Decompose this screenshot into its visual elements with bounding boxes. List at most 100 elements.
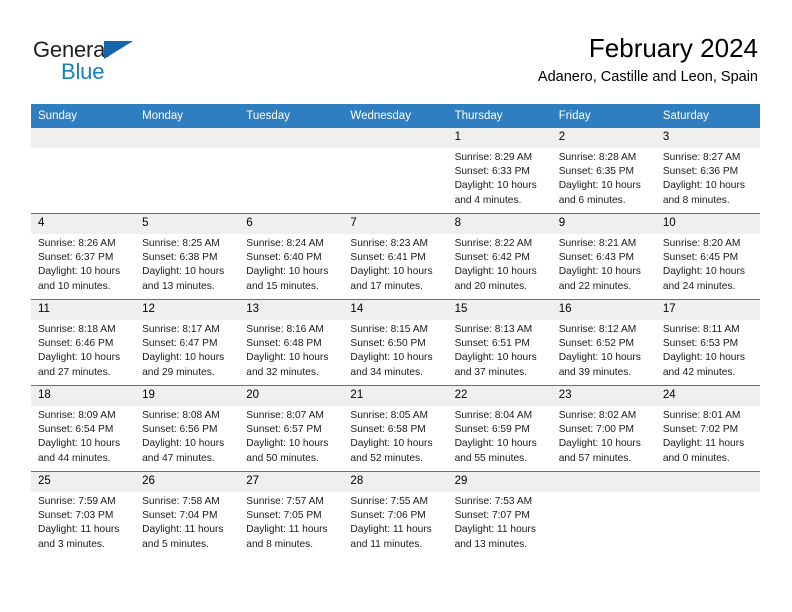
sunrise-text: Sunrise: 8:13 AM bbox=[454, 324, 533, 335]
sunset-text: Sunset: 6:59 PM bbox=[454, 424, 530, 436]
day-sun-info: Sunrise: 8:22 AM Sunset: 6:42 PM Daylight:… bbox=[448, 234, 552, 294]
calendar-week-row: 25 Sunrise: 7:59 AM Sunset: 7:03 PM Dayligh… bbox=[31, 471, 760, 557]
calendar-day-cell[interactable]: 13 Sunrise: 8:16 AM Sunset: 6:48 PM Dayligh… bbox=[239, 299, 344, 386]
calendar-day-cell-empty bbox=[551, 471, 656, 557]
weekday-header-monday: Monday bbox=[135, 104, 240, 128]
daylight-text: Daylight: 10 hours and 15 minutes. bbox=[246, 266, 329, 292]
weekday-header-friday: Friday bbox=[551, 104, 656, 128]
calendar-day-cell-empty bbox=[655, 471, 760, 557]
calendar-day-cell[interactable]: 26 Sunrise: 7:58 AM Sunset: 7:04 PM Dayligh… bbox=[135, 471, 240, 557]
day-sun-info: Sunrise: 8:13 AM Sunset: 6:51 PM Daylight:… bbox=[448, 320, 552, 380]
daylight-text: Daylight: 10 hours and 17 minutes. bbox=[350, 266, 433, 292]
sunset-text: Sunset: 7:06 PM bbox=[350, 510, 426, 522]
calendar-day-cell[interactable]: 15 Sunrise: 8:13 AM Sunset: 6:51 PM Dayligh… bbox=[447, 299, 552, 386]
sunset-text: Sunset: 6:54 PM bbox=[38, 424, 114, 436]
day-sun-info: Sunrise: 8:29 AM Sunset: 6:33 PM Daylight:… bbox=[448, 148, 552, 208]
calendar-week-row: 11 Sunrise: 8:18 AM Sunset: 6:46 PM Dayligh… bbox=[31, 299, 760, 386]
calendar-week-row: 4 Sunrise: 8:26 AM Sunset: 6:37 PM Daylight… bbox=[31, 213, 760, 300]
calendar-day-cell[interactable]: 3 Sunrise: 8:27 AM Sunset: 6:36 PM Daylight… bbox=[655, 127, 760, 214]
weekday-header-sunday: Sunday bbox=[31, 104, 136, 128]
sunset-text: Sunset: 6:50 PM bbox=[350, 338, 426, 350]
daylight-text: Daylight: 10 hours and 24 minutes. bbox=[662, 266, 745, 292]
calendar-day-cell[interactable]: 1 Sunrise: 8:29 AM Sunset: 6:33 PM Daylight… bbox=[447, 127, 552, 214]
calendar-day-cell[interactable]: 27 Sunrise: 7:57 AM Sunset: 7:05 PM Dayligh… bbox=[239, 471, 344, 557]
day-number: 27 bbox=[239, 472, 344, 492]
day-sun-info: Sunrise: 8:23 AM Sunset: 6:41 PM Daylight:… bbox=[343, 234, 447, 294]
sunrise-text: Sunrise: 8:15 AM bbox=[350, 324, 429, 335]
calendar-day-cell[interactable]: 28 Sunrise: 7:55 AM Sunset: 7:06 PM Dayligh… bbox=[343, 471, 448, 557]
day-sun-info: Sunrise: 8:01 AM Sunset: 7:02 PM Daylight:… bbox=[656, 406, 760, 466]
page-title: February 2024 bbox=[588, 33, 758, 63]
calendar-day-cell[interactable]: 6 Sunrise: 8:24 AM Sunset: 6:40 PM Daylight… bbox=[239, 213, 344, 300]
sunrise-text: Sunrise: 7:58 AM bbox=[142, 496, 220, 507]
calendar-day-cell-empty bbox=[135, 127, 240, 214]
calendar-day-cell[interactable]: 23 Sunrise: 8:02 AM Sunset: 7:00 PM Dayligh… bbox=[551, 385, 656, 472]
calendar-body: 1 Sunrise: 8:29 AM Sunset: 6:33 PM Daylight… bbox=[31, 127, 760, 557]
day-number: 16 bbox=[551, 300, 656, 320]
day-number: 5 bbox=[135, 214, 240, 234]
sunrise-text: Sunrise: 8:21 AM bbox=[558, 238, 637, 249]
daylight-text: Daylight: 10 hours and 44 minutes. bbox=[38, 438, 121, 464]
day-number: 7 bbox=[343, 214, 448, 234]
sunset-text: Sunset: 6:57 PM bbox=[246, 424, 322, 436]
calendar-day-cell[interactable]: 10 Sunrise: 8:20 AM Sunset: 6:45 PM Dayligh… bbox=[655, 213, 760, 300]
day-sun-info: Sunrise: 8:25 AM Sunset: 6:38 PM Daylight:… bbox=[135, 234, 239, 294]
calendar-day-cell[interactable]: 25 Sunrise: 7:59 AM Sunset: 7:03 PM Dayligh… bbox=[31, 471, 136, 557]
calendar-day-cell[interactable]: 21 Sunrise: 8:05 AM Sunset: 6:58 PM Dayligh… bbox=[343, 385, 448, 472]
day-sun-info: Sunrise: 8:09 AM Sunset: 6:54 PM Daylight:… bbox=[31, 406, 135, 466]
calendar-page: General Blue February 2024 Adanero, Cast… bbox=[0, 0, 792, 612]
day-number bbox=[655, 472, 760, 492]
sunrise-text: Sunrise: 8:12 AM bbox=[558, 324, 637, 335]
sunset-text: Sunset: 7:02 PM bbox=[662, 424, 739, 436]
day-number: 15 bbox=[447, 300, 552, 320]
daylight-text: Daylight: 10 hours and 22 minutes. bbox=[558, 266, 641, 292]
sunrise-text: Sunrise: 8:18 AM bbox=[38, 324, 116, 335]
calendar-day-cell[interactable]: 12 Sunrise: 8:17 AM Sunset: 6:47 PM Dayligh… bbox=[135, 299, 240, 386]
calendar-day-cell[interactable]: 29 Sunrise: 7:53 AM Sunset: 7:07 PM Dayligh… bbox=[447, 471, 552, 557]
daylight-text: Daylight: 10 hours and 29 minutes. bbox=[142, 352, 225, 378]
calendar-day-cell[interactable]: 7 Sunrise: 8:23 AM Sunset: 6:41 PM Daylight… bbox=[343, 213, 448, 300]
sunrise-text: Sunrise: 8:26 AM bbox=[38, 238, 116, 249]
day-sun-info: Sunrise: 7:55 AM Sunset: 7:06 PM Daylight:… bbox=[343, 492, 447, 552]
daylight-text: Daylight: 11 hours and 3 minutes. bbox=[38, 524, 120, 550]
daylight-text: Daylight: 10 hours and 55 minutes. bbox=[454, 438, 537, 464]
sunrise-text: Sunrise: 8:09 AM bbox=[38, 410, 116, 421]
calendar-day-cell[interactable]: 17 Sunrise: 8:11 AM Sunset: 6:53 PM Dayligh… bbox=[655, 299, 760, 386]
calendar-day-cell-empty bbox=[31, 127, 136, 214]
day-number: 13 bbox=[239, 300, 344, 320]
day-sun-info: Sunrise: 8:24 AM Sunset: 6:40 PM Daylight:… bbox=[239, 234, 343, 294]
daylight-text: Daylight: 10 hours and 39 minutes. bbox=[558, 352, 641, 378]
calendar-day-cell[interactable]: 19 Sunrise: 8:08 AM Sunset: 6:56 PM Dayligh… bbox=[135, 385, 240, 472]
calendar-day-cell[interactable]: 16 Sunrise: 8:12 AM Sunset: 6:52 PM Dayligh… bbox=[551, 299, 656, 386]
logo-text-blue: Blue bbox=[61, 59, 105, 84]
sunset-text: Sunset: 6:58 PM bbox=[350, 424, 426, 436]
calendar-day-cell[interactable]: 4 Sunrise: 8:26 AM Sunset: 6:37 PM Daylight… bbox=[31, 213, 136, 300]
daylight-text: Daylight: 10 hours and 8 minutes. bbox=[662, 180, 745, 206]
day-number: 25 bbox=[31, 472, 136, 492]
weekday-header-tuesday: Tuesday bbox=[239, 104, 344, 128]
calendar-day-cell[interactable]: 22 Sunrise: 8:04 AM Sunset: 6:59 PM Dayligh… bbox=[447, 385, 552, 472]
daylight-text: Daylight: 11 hours and 13 minutes. bbox=[454, 524, 536, 550]
day-number: 12 bbox=[135, 300, 240, 320]
sunrise-text: Sunrise: 7:59 AM bbox=[38, 496, 116, 507]
calendar-day-cell[interactable]: 14 Sunrise: 8:15 AM Sunset: 6:50 PM Dayligh… bbox=[343, 299, 448, 386]
calendar-day-cell[interactable]: 5 Sunrise: 8:25 AM Sunset: 6:38 PM Daylight… bbox=[135, 213, 240, 300]
sunset-text: Sunset: 6:37 PM bbox=[38, 252, 114, 264]
calendar-week-row: 1 Sunrise: 8:29 AM Sunset: 6:33 PM Daylight… bbox=[31, 127, 760, 214]
sunset-text: Sunset: 7:03 PM bbox=[38, 510, 114, 522]
calendar-day-cell[interactable]: 24 Sunrise: 8:01 AM Sunset: 7:02 PM Dayligh… bbox=[655, 385, 760, 472]
calendar-day-cell[interactable]: 9 Sunrise: 8:21 AM Sunset: 6:43 PM Daylight… bbox=[551, 213, 656, 300]
calendar-day-cell[interactable]: 18 Sunrise: 8:09 AM Sunset: 6:54 PM Dayligh… bbox=[31, 385, 136, 472]
weekday-header-saturday: Saturday bbox=[655, 104, 760, 128]
sunrise-text: Sunrise: 8:17 AM bbox=[142, 324, 220, 335]
sunrise-text: Sunrise: 8:25 AM bbox=[142, 238, 220, 249]
calendar-day-cell[interactable]: 20 Sunrise: 8:07 AM Sunset: 6:57 PM Dayligh… bbox=[239, 385, 344, 472]
calendar-day-cell[interactable]: 8 Sunrise: 8:22 AM Sunset: 6:42 PM Daylight… bbox=[447, 213, 552, 300]
day-sun-info: Sunrise: 7:58 AM Sunset: 7:04 PM Daylight:… bbox=[135, 492, 239, 552]
calendar-day-cell[interactable]: 2 Sunrise: 8:28 AM Sunset: 6:35 PM Daylight… bbox=[551, 127, 656, 214]
daylight-text: Daylight: 10 hours and 20 minutes. bbox=[454, 266, 537, 292]
day-number: 23 bbox=[551, 386, 656, 406]
calendar-day-cell[interactable]: 11 Sunrise: 8:18 AM Sunset: 6:46 PM Dayligh… bbox=[31, 299, 136, 386]
daylight-text: Daylight: 10 hours and 10 minutes. bbox=[38, 266, 121, 292]
day-number: 8 bbox=[447, 214, 552, 234]
